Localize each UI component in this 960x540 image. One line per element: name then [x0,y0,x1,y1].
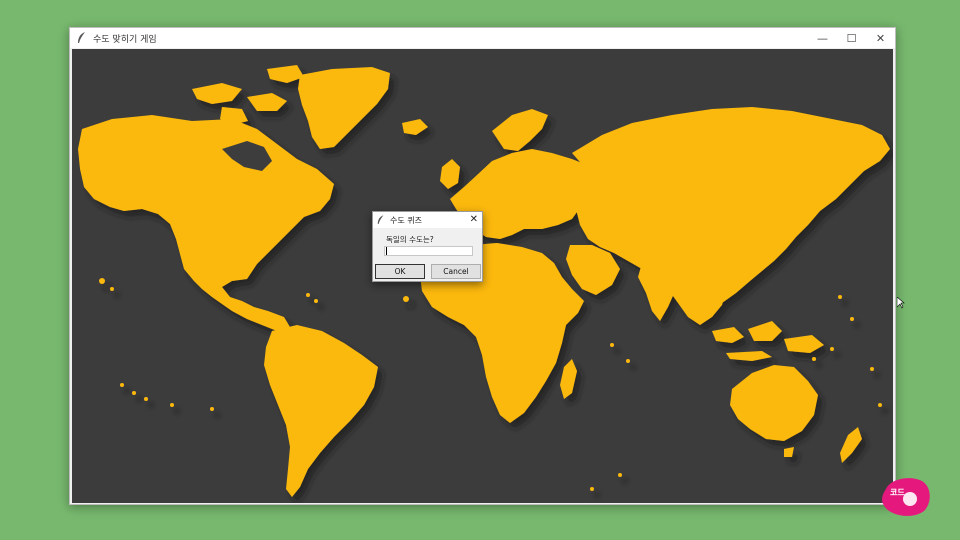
continent-north-america [78,115,334,331]
madagascar [560,359,577,399]
maximize-button[interactable]: ☐ [837,28,866,48]
tasmania [784,447,794,457]
logo-icon: 코드 [882,478,930,516]
dialog-title-bar[interactable]: 수도 퀴즈 ✕ [373,212,482,228]
uk [440,159,460,189]
feather-icon [75,31,89,45]
dialog-title: 수도 퀴즈 [390,215,422,225]
continent-australia [730,365,818,441]
continent-south-america [264,325,378,497]
mouse-cursor-icon [897,297,905,309]
svg-text:코드: 코드 [890,488,905,497]
feather-icon [377,215,387,225]
dialog-prompt: 독일의 수도는? [386,235,434,244]
arabia [566,245,620,295]
window-title: 수도 맞히기 게임 [93,34,157,45]
ok-button[interactable]: OK [375,264,425,279]
iceland [402,119,428,135]
dialog-close-icon[interactable]: ✕ [470,213,478,227]
capital-quiz-dialog: 수도 퀴즈 ✕ 독일의 수도는? OK Cancel [372,211,483,282]
title-bar[interactable]: 수도 맞히기 게임 — ☐ ✕ [70,28,895,48]
minimize-button[interactable]: — [808,28,837,48]
cancel-button[interactable]: Cancel [431,264,481,279]
continent-greenland [298,67,390,149]
text-caret [386,247,387,255]
scandinavia [492,109,548,151]
india [638,261,678,321]
new-zealand [840,427,862,463]
close-button[interactable]: ✕ [866,28,895,48]
answer-input[interactable] [384,246,473,256]
continent-asia [572,107,890,325]
